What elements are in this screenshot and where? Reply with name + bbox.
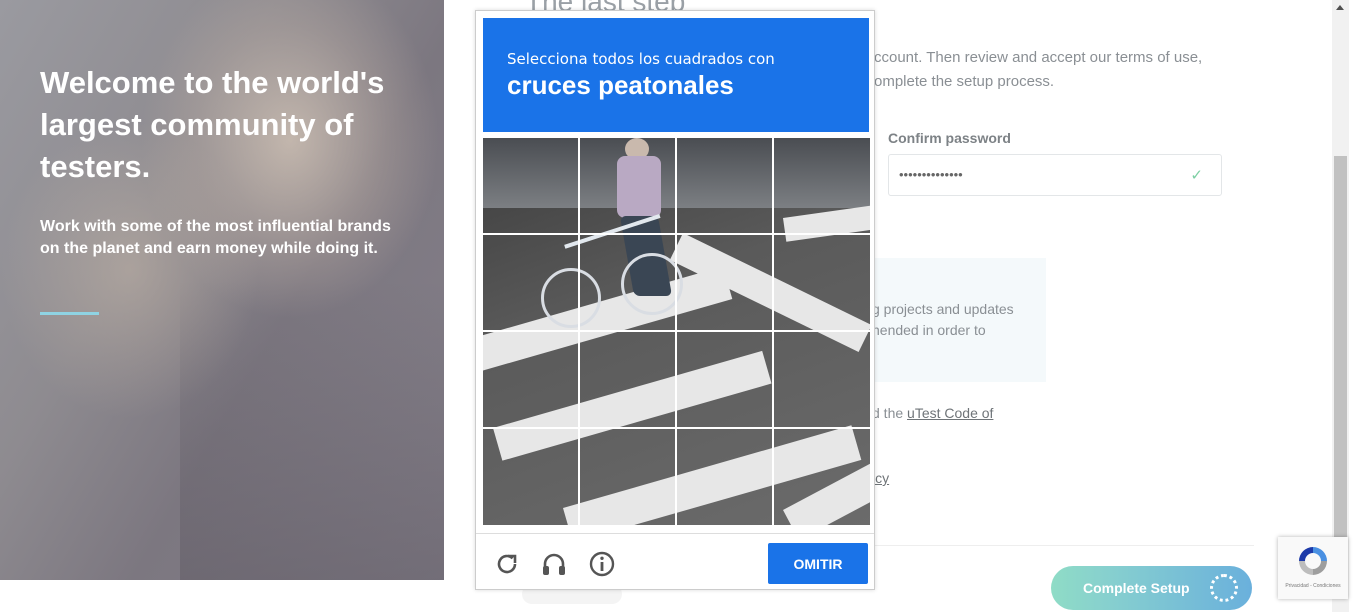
captcha-tile[interactable] [677, 235, 774, 332]
hero-title: Welcome to the world's largest community… [40, 65, 385, 184]
captcha-tile[interactable] [483, 235, 580, 332]
hero-accent-line [40, 312, 99, 315]
scroll-up-arrow-icon[interactable] [1336, 5, 1344, 10]
code-of-conduct-text: d the uTest Code of [872, 405, 993, 421]
captcha-tile[interactable] [677, 332, 774, 429]
captcha-tile[interactable] [483, 332, 580, 429]
reload-icon[interactable] [493, 550, 521, 578]
page: Welcome to the world's largest community… [0, 0, 1366, 612]
skip-button[interactable]: OMITIR [768, 543, 868, 584]
confirm-password-label: Confirm password [888, 130, 1011, 146]
recaptcha-links[interactable]: Privacidad - Condiciones [1280, 583, 1346, 589]
captcha-footer: OMITIR [476, 533, 874, 589]
divider [870, 545, 1254, 546]
hero-panel: Welcome to the world's largest community… [0, 0, 444, 580]
captcha-tile[interactable] [774, 429, 870, 525]
captcha-tile[interactable] [580, 235, 677, 332]
intro-text: ccount. Then review and accept our terms… [874, 49, 1203, 90]
confirm-password-value: •••••••••••••• [899, 167, 963, 182]
captcha-tile[interactable] [580, 138, 677, 235]
captcha-header: Selecciona todos los cuadrados con cruce… [483, 18, 869, 132]
captcha-tile[interactable] [483, 138, 580, 235]
audio-icon[interactable] [540, 550, 568, 578]
scrollbar[interactable] [1332, 0, 1349, 612]
captcha-tile[interactable] [580, 332, 677, 429]
loading-spinner-icon [1210, 574, 1238, 602]
scrollbar-thumb[interactable] [1334, 156, 1347, 540]
captcha-tile[interactable] [580, 429, 677, 525]
complete-setup-button[interactable]: Complete Setup [1051, 566, 1252, 610]
captcha-tile[interactable] [774, 235, 870, 332]
captcha-tile[interactable] [483, 429, 580, 525]
captcha-challenge: Selecciona todos los cuadrados con cruce… [475, 10, 875, 590]
captcha-tile[interactable] [677, 429, 774, 525]
captcha-tile[interactable] [774, 138, 870, 235]
captcha-image-grid [483, 138, 870, 525]
recaptcha-logo-icon [1299, 547, 1327, 575]
code-of-conduct-link[interactable]: uTest Code of [907, 405, 993, 421]
checkmark-icon: ✓ [1190, 167, 1203, 184]
hero-subtitle: Work with some of the most influential b… [40, 218, 391, 257]
captcha-instruction: Selecciona todos los cuadrados con [507, 50, 775, 68]
hero-background-shadow [180, 280, 444, 580]
captcha-target: cruces peatonales [507, 70, 734, 100]
captcha-tile[interactable] [774, 332, 870, 429]
info-icon[interactable] [588, 550, 616, 578]
complete-setup-label: Complete Setup [1083, 580, 1190, 596]
recaptcha-badge[interactable]: Privacidad - Condiciones [1278, 537, 1348, 599]
captcha-tile[interactable] [677, 138, 774, 235]
code-of-conduct-prefix: d the [872, 405, 908, 421]
info-text: g projects and updates nended in order t… [872, 301, 1014, 338]
confirm-password-field[interactable]: •••••••••••••• ✓ [888, 154, 1222, 196]
